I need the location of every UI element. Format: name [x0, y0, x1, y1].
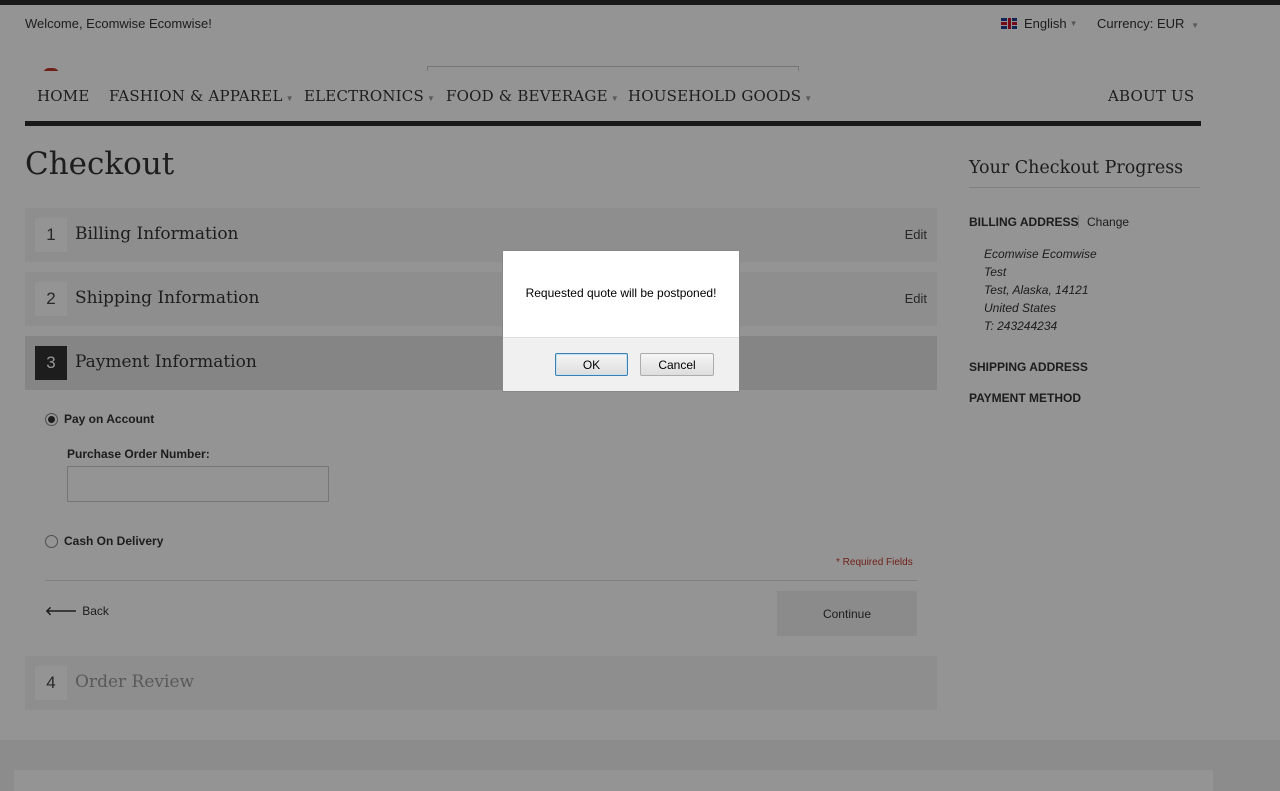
dialog-message: Requested quote will be postponed!: [525, 286, 717, 300]
ok-button[interactable]: OK: [555, 353, 628, 376]
dialog-button-bar: OK Cancel: [503, 337, 739, 391]
modal-overlay: [0, 0, 1280, 791]
cancel-button[interactable]: Cancel: [640, 353, 714, 376]
confirm-dialog: Requested quote will be postponed! OK Ca…: [502, 250, 740, 392]
